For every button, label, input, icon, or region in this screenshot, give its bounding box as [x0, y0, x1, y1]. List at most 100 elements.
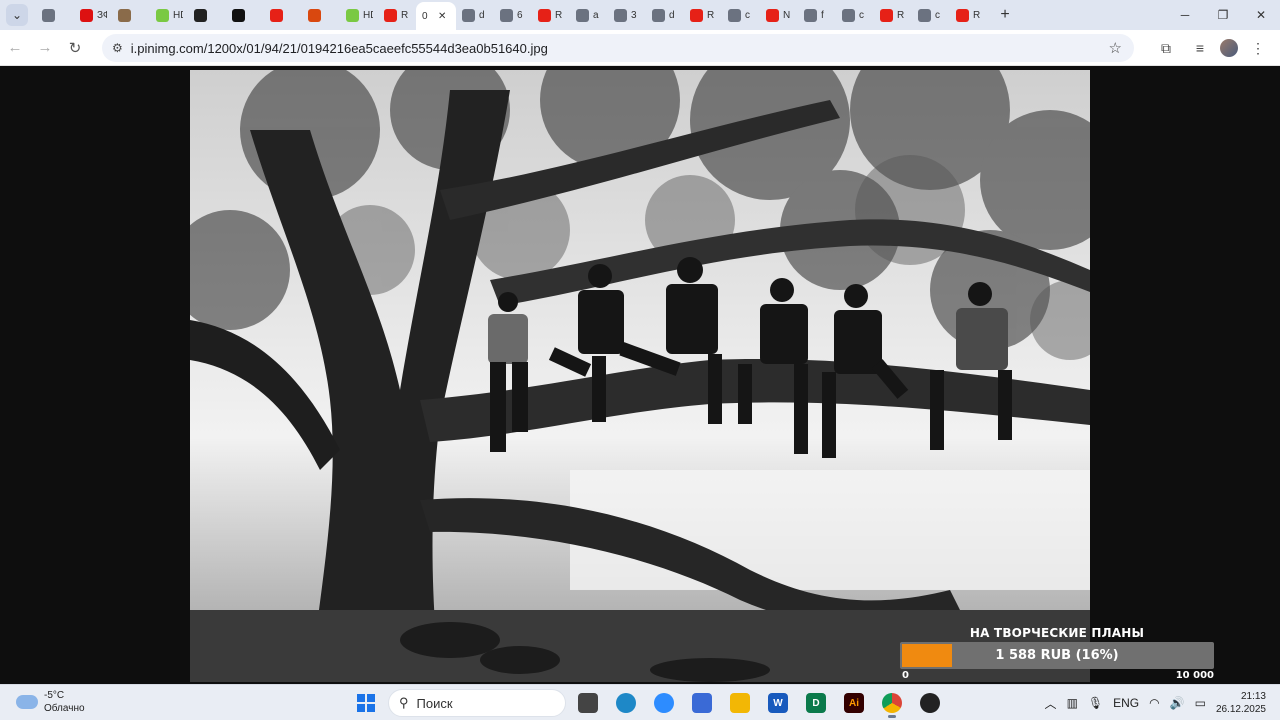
tab-label: R: [897, 9, 905, 21]
address-bar[interactable]: ⚙ i.pinimg.com/1200x/01/94/21/0194216ea5…: [102, 34, 1134, 62]
tab-label: ЗФ: [97, 9, 107, 21]
browser-tab[interactable]: 3: [608, 2, 646, 28]
browser-tab[interactable]: R: [378, 2, 416, 28]
bookmark-star-icon[interactable]: ☆: [1109, 39, 1122, 57]
zf-icon: [80, 8, 93, 22]
chrome-icon[interactable]: [876, 688, 908, 718]
obs-icon[interactable]: [914, 688, 946, 718]
globe-icon: [918, 8, 931, 22]
browser-tab[interactable]: HD: [340, 2, 378, 28]
browser-tab[interactable]: [302, 2, 340, 28]
taskbar-apps: ⚲ Поиск W D Ai: [350, 688, 946, 718]
browser-tab[interactable]: [188, 2, 226, 28]
browser-tab[interactable]: 6: [494, 2, 532, 28]
globe-icon: [576, 8, 589, 22]
kinopoisk-icon: [194, 8, 207, 22]
back-button[interactable]: ←: [0, 33, 30, 63]
paint-icon[interactable]: [686, 688, 718, 718]
file-explorer-icon[interactable]: [724, 688, 756, 718]
tray-app-icon[interactable]: ▥: [1067, 696, 1078, 710]
browser-tab[interactable]: [36, 2, 74, 28]
avatar-icon: [118, 8, 131, 22]
youtube-icon: [538, 8, 551, 22]
browser-tab[interactable]: c: [912, 2, 950, 28]
reload-button[interactable]: ↻: [60, 33, 90, 63]
globe-icon: [804, 8, 817, 22]
tab-search-chevron-icon[interactable]: ⌄: [6, 4, 28, 26]
browser-tab[interactable]: d: [456, 2, 494, 28]
browser-tab[interactable]: c: [836, 2, 874, 28]
battery-icon[interactable]: ▭: [1195, 696, 1206, 710]
tab-label: R: [973, 9, 981, 21]
tab-label: a: [593, 9, 599, 21]
minimize-icon[interactable]: ─: [1166, 0, 1204, 30]
browser-tab[interactable]: d: [646, 2, 684, 28]
donation-amount: 1 588 RUB (16%): [995, 648, 1119, 663]
a-icon: [232, 8, 245, 22]
browser-tab[interactable]: ЗФ: [74, 2, 112, 28]
menu-kebab-icon[interactable]: ⋮: [1244, 34, 1272, 62]
tray-chevron-icon[interactable]: ︿: [1045, 695, 1057, 712]
forward-button[interactable]: →: [30, 33, 60, 63]
taskbar-search[interactable]: ⚲ Поиск: [388, 689, 566, 717]
tab-label: 3: [631, 9, 637, 21]
clock-time: 21:13: [1240, 691, 1266, 702]
illustrator-icon[interactable]: Ai: [838, 688, 870, 718]
edge-icon[interactable]: [610, 688, 642, 718]
browser-tab[interactable]: R: [950, 2, 988, 28]
site-info-icon[interactable]: ⚙: [112, 41, 123, 55]
globe-icon: [614, 8, 627, 22]
profile-avatar[interactable]: [1220, 39, 1238, 57]
tab-label: d: [479, 9, 485, 21]
browser-tab[interactable]: c: [722, 2, 760, 28]
tab-label: R: [707, 9, 715, 21]
word-icon[interactable]: W: [762, 688, 794, 718]
browser-tab[interactable]: [264, 2, 302, 28]
youtube-icon: [384, 8, 397, 22]
browser-tab[interactable]: [226, 2, 264, 28]
microphone-icon[interactable]: 🎙: [1088, 696, 1103, 710]
browser-tab[interactable]: R: [684, 2, 722, 28]
browser-tab[interactable]: N: [760, 2, 798, 28]
close-tab-icon[interactable]: ✕: [438, 11, 446, 22]
browser-tab[interactable]: [112, 2, 150, 28]
donation-title: НА ТВОРЧЕСКИЕ ПЛАНЫ: [969, 626, 1145, 640]
zoom-icon[interactable]: [648, 688, 680, 718]
browser-tab[interactable]: HD: [150, 2, 188, 28]
volume-icon[interactable]: 🔊: [1170, 696, 1185, 710]
start-button[interactable]: [350, 688, 382, 718]
youtube-icon: [956, 8, 969, 22]
toolbar-right-icons: ⧉ ≡ ⋮: [1152, 30, 1272, 66]
image-viewer: НА ТВОРЧЕСКИЕ ПЛАНЫ 1 588 RUB (16%) 0 10…: [0, 66, 1280, 684]
browser-tab[interactable]: f: [798, 2, 836, 28]
tab-label: R: [555, 9, 563, 21]
tab-label: HD: [173, 9, 183, 21]
clock[interactable]: 21:13 26.12.2025: [1216, 690, 1266, 716]
new-tab-button[interactable]: +: [994, 4, 1016, 26]
language-indicator[interactable]: ENG: [1113, 696, 1139, 710]
tab-label: N: [783, 9, 791, 21]
browser-tab[interactable]: 0 ✕: [416, 2, 456, 30]
browser-tab[interactable]: a: [570, 2, 608, 28]
address-url[interactable]: i.pinimg.com/1200x/01/94/21/0194216ea5ca…: [131, 41, 548, 56]
close-icon[interactable]: ✕: [1242, 0, 1280, 30]
search-placeholder: Поиск: [416, 695, 453, 711]
donation-widget: НА ТВОРЧЕСКИЕ ПЛАНЫ 1 588 RUB (16%) 0 10…: [900, 626, 1214, 684]
weather-widget[interactable]: -5°C Облачно: [16, 689, 85, 715]
browser-tab[interactable]: R: [874, 2, 912, 28]
tab-label: c: [745, 9, 750, 21]
tab-label: f: [821, 9, 824, 21]
task-view-icon[interactable]: [572, 688, 604, 718]
youtube-icon: [270, 8, 283, 22]
restore-icon[interactable]: ❐: [1204, 0, 1242, 30]
extensions-icon[interactable]: ⧉: [1152, 34, 1180, 62]
media-controls-icon[interactable]: ≡: [1186, 34, 1214, 62]
donation-max-label: 10 000: [1175, 670, 1214, 681]
globe-icon: [462, 8, 475, 22]
wifi-icon[interactable]: ◠: [1149, 696, 1159, 710]
browser-tab[interactable]: R: [532, 2, 570, 28]
youtube-icon: [766, 8, 779, 22]
youtube-icon: [690, 8, 703, 22]
weather-temp: -5°C: [44, 690, 65, 701]
d-app-icon[interactable]: D: [800, 688, 832, 718]
